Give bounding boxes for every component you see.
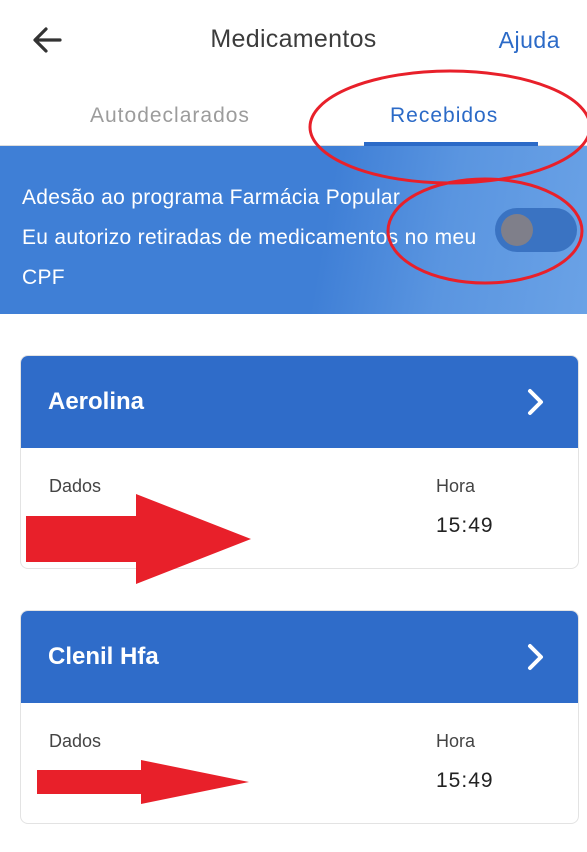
tab-autodeclarados[interactable]: Autodeclarados [90, 104, 250, 128]
hora-label: Hora [436, 476, 476, 496]
medication-card: Clenil Hfa Dados Hora 15:49 [20, 610, 579, 824]
dados-label: Dados [49, 476, 102, 496]
time-value: 15:49 [436, 514, 494, 537]
tab-recebidos[interactable]: Recebidos [390, 104, 498, 128]
time-value: 15:49 [436, 769, 494, 792]
hora-label: Hora [436, 731, 476, 751]
chevron-right-icon [528, 644, 543, 670]
toggle-knob [501, 214, 533, 246]
help-link[interactable]: Ajuda [499, 27, 560, 54]
chevron-right-icon [528, 389, 543, 415]
medication-card: Aerolina Dados Hora 15:49 [20, 355, 579, 569]
consent-toggle[interactable] [495, 208, 577, 252]
banner-title: Adesão ao programa Farmácia Popular [22, 186, 401, 209]
app-header: Medicamentos Ajuda [0, 0, 587, 82]
banner-consent-text: Eu autorizo retiradas de medicamentos no… [22, 226, 477, 289]
medication-name: Clenil Hfa [48, 643, 159, 670]
medication-card-header[interactable]: Clenil Hfa [21, 611, 578, 703]
medication-name: Aerolina [48, 388, 145, 415]
medication-card-header[interactable]: Aerolina [21, 356, 578, 448]
banner-text: Adesão ao programa Farmácia Popular Eu a… [22, 178, 482, 298]
dados-label: Dados [49, 731, 102, 751]
farmacia-popular-banner: Adesão ao programa Farmácia Popular Eu a… [0, 146, 587, 314]
tab-bar: Autodeclarados Recebidos [0, 84, 587, 146]
